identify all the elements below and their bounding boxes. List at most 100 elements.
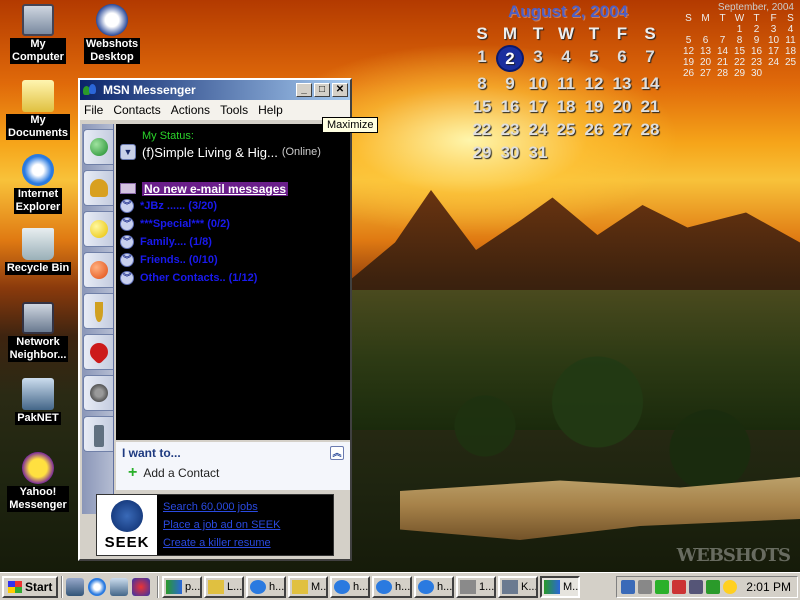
taskbar-task[interactable]: h... <box>330 575 370 598</box>
start-button[interactable]: Start <box>2 575 58 598</box>
calendar-day: 6 <box>702 35 709 46</box>
desktop-icon-label: Internet Explorer <box>13 188 63 214</box>
chevron-down-icon[interactable]: ▼ <box>120 144 136 160</box>
expand-icon[interactable]: ︾ <box>120 199 134 213</box>
group-row[interactable]: ︾ *JBz ...... (3/20) <box>120 197 346 215</box>
calendar-day: 7 <box>645 47 655 66</box>
calendar-day: 24 <box>767 57 780 68</box>
msn-tray-icon[interactable] <box>706 580 720 594</box>
tray-app-icon[interactable] <box>689 580 703 594</box>
menu-tools[interactable]: Tools <box>220 103 248 117</box>
collapse-icon[interactable]: ︽ <box>330 446 344 460</box>
expand-icon[interactable]: ︾ <box>120 271 134 285</box>
desktop-icon-my-documents[interactable]: My Documents <box>0 80 76 140</box>
calendar-day: 27 <box>612 120 632 139</box>
taskbar-task[interactable]: 1... <box>456 575 496 598</box>
taskbar-task[interactable]: M... <box>288 575 328 598</box>
calendar-day: 1 <box>736 24 743 35</box>
task-label: h... <box>395 580 411 593</box>
expand-icon[interactable]: ︾ <box>120 235 134 249</box>
desktop-icon-my-computer[interactable]: My Computer <box>0 4 76 64</box>
music-icon[interactable] <box>83 293 113 329</box>
desktop-icon-webshots[interactable]: Webshots Desktop <box>74 4 150 64</box>
title-bar[interactable]: MSN Messenger _ □ ✕ <box>80 80 350 100</box>
calendar-day: 17 <box>767 46 780 57</box>
envelope-icon <box>120 183 136 194</box>
desktop-icon-yahoo-messenger[interactable]: Yahoo! Messenger <box>0 452 76 512</box>
calendar-day <box>714 24 731 35</box>
calendar-day: 13 <box>612 74 632 93</box>
menu-contacts[interactable]: Contacts <box>113 103 160 117</box>
calendar-day: 26 <box>584 120 604 139</box>
desktop-icon-paknet[interactable]: PakNET <box>0 378 76 425</box>
calendar-day: 6 <box>617 47 627 66</box>
yahoo-tray-icon[interactable] <box>723 580 737 594</box>
group-label: Other Contacts.. (1/12) <box>140 272 258 284</box>
taskbar-task[interactable]: p... <box>162 575 202 598</box>
ad-link-search-jobs[interactable]: Search 60,000 jobs <box>163 498 280 516</box>
taskbar-task[interactable]: K... <box>498 575 538 598</box>
taskbar-task[interactable]: h... <box>246 575 286 598</box>
ad-link-create-resume[interactable]: Create a killer resume <box>163 534 280 552</box>
weekday-header: M <box>701 13 710 24</box>
expand-icon[interactable]: ︾ <box>120 253 134 267</box>
menu-file[interactable]: File <box>84 103 103 117</box>
webshots-watermark: WEBSHOTS <box>676 545 791 566</box>
smiley-icon[interactable] <box>83 211 113 247</box>
expand-icon[interactable]: ︾ <box>120 217 134 231</box>
taskbar-task[interactable]: h... <box>414 575 454 598</box>
network-quicklaunch-icon[interactable] <box>110 577 128 596</box>
taskbar-separator <box>157 575 159 598</box>
email-link[interactable]: No new e-mail messages <box>142 181 289 196</box>
calendar-day: 11 <box>557 74 575 93</box>
tray-app-icon[interactable] <box>672 580 686 594</box>
email-row[interactable]: No new e-mail messages <box>120 180 346 197</box>
show-desktop-icon[interactable] <box>66 577 84 596</box>
group-label: *JBz ...... (3/20) <box>140 200 218 212</box>
desktop-icon-label: Network Neighbor... <box>7 336 69 362</box>
desktop-icon-label: Yahoo! Messenger <box>7 486 69 512</box>
group-row[interactable]: ︾ Other Contacts.. (1/12) <box>120 269 346 287</box>
status-selector[interactable]: ▼ (f)Simple Living & Hig... (Online) <box>120 144 346 160</box>
tray-network-icon[interactable] <box>621 580 635 594</box>
seek-logo[interactable]: SEEK <box>97 495 157 555</box>
group-row[interactable]: ︾ Family.... (1/8) <box>120 233 346 251</box>
desktop-icon-internet-explorer[interactable]: Internet Explorer <box>0 154 76 214</box>
weekday-header: M <box>502 24 518 43</box>
group-row[interactable]: ︾ ***Special*** (0/2) <box>120 215 346 233</box>
buddy-icon[interactable] <box>83 129 113 165</box>
media-icon[interactable] <box>132 577 150 596</box>
msn-butterfly-icon[interactable] <box>83 252 113 288</box>
calendar-day <box>782 68 799 79</box>
my-status-label: My Status: <box>142 130 194 142</box>
calendar-day: 5 <box>589 47 599 66</box>
desktop-icon-network[interactable]: Network Neighbor... <box>0 302 76 362</box>
maximize-tooltip: Maximize <box>322 117 379 133</box>
seek-advertisement[interactable]: SEEK Search 60,000 jobs Place a job ad o… <box>96 494 334 556</box>
film-reel-icon[interactable] <box>83 375 113 411</box>
tray-app-icon[interactable] <box>655 580 669 594</box>
taskbar-task[interactable]: L... <box>204 575 244 598</box>
task-label: M... <box>563 580 580 593</box>
heart-icon[interactable] <box>83 334 113 370</box>
group-row[interactable]: ︾ Friends.. (0/10) <box>120 251 346 269</box>
ad-link-place-job[interactable]: Place a job ad on SEEK <box>163 516 280 534</box>
taskbar-task-active[interactable]: M... <box>540 575 580 598</box>
calendar-day: 12 <box>584 74 604 93</box>
minimize-button[interactable]: _ <box>296 83 312 97</box>
menu-actions[interactable]: Actions <box>171 103 210 117</box>
close-button[interactable]: ✕ <box>332 83 348 97</box>
add-contact-button[interactable]: + Add a Contact <box>116 462 350 484</box>
internet-explorer-icon[interactable] <box>88 577 106 596</box>
display-name[interactable]: (f)Simple Living & Hig... <box>142 145 278 160</box>
task-label: L... <box>227 580 243 593</box>
taskbar-task[interactable]: h... <box>372 575 412 598</box>
calendar-day: 23 <box>750 57 763 68</box>
mobile-phone-icon[interactable] <box>83 416 113 452</box>
menu-help[interactable]: Help <box>258 103 283 117</box>
bell-icon[interactable] <box>83 170 113 206</box>
desktop-icon-recycle-bin[interactable]: Recycle Bin <box>0 228 76 275</box>
maximize-button[interactable]: □ <box>314 83 330 97</box>
group-label: Friends.. (0/10) <box>140 254 218 266</box>
volume-icon[interactable] <box>638 580 652 594</box>
